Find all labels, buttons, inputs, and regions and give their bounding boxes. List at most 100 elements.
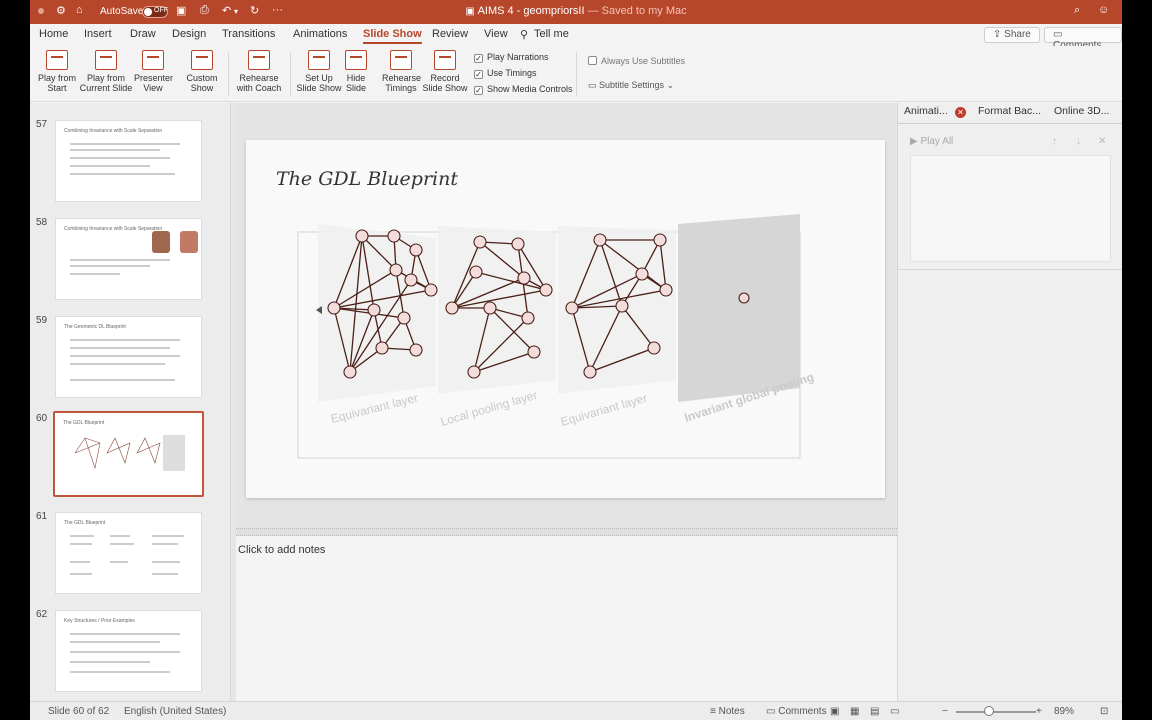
account-icon[interactable]: ☺ — [1098, 4, 1109, 16]
record-show-label-1: Record — [430, 73, 460, 83]
play-narrations-checkbox[interactable]: ✓ Play Narrations — [474, 52, 549, 63]
notes-splitter[interactable] — [236, 528, 897, 536]
zoom-in-icon[interactable]: + — [1036, 706, 1042, 717]
text-line — [152, 561, 180, 563]
play-from-start-icon — [46, 50, 68, 70]
rehearse-timings-icon — [390, 50, 412, 70]
close-icon[interactable]: ✕ — [955, 107, 966, 118]
text-line — [152, 573, 178, 575]
tab-animations-pane[interactable]: Animati... — [904, 105, 948, 117]
rehearse-coach-label-1: Rehearse — [239, 73, 279, 83]
thumbnail-title: The GDL Blueprint — [64, 520, 106, 526]
text-line — [70, 651, 180, 653]
remove-icon[interactable]: ✕ — [1098, 136, 1106, 147]
gdl-blueprint-figure[interactable]: Equivariant layer Local pooling layer Eq… — [246, 140, 885, 498]
text-line — [70, 157, 170, 159]
rehearse-timings-button[interactable]: Rehearse Timings — [382, 50, 421, 93]
show-media-controls-checkbox[interactable]: ✓ Show Media Controls — [474, 84, 573, 95]
animation-list[interactable] — [910, 155, 1111, 262]
title-bar: ⚙ ⌂ AutoSave OFF ▣ ⎙ ↶ ▾ ↻ ··· ▣ AIMS 4 … — [30, 0, 1122, 24]
tab-transitions[interactable]: Transitions — [222, 28, 275, 40]
slide-thumbnail-57[interactable]: Combining Invariance with Scale Separati… — [55, 120, 202, 202]
current-slide[interactable]: The GDL Blueprint Equivariant layer Loca… — [246, 140, 885, 498]
language-indicator[interactable]: English (United States) — [124, 706, 226, 717]
notes-placeholder[interactable]: Click to add notes — [238, 544, 325, 556]
slideshow-view-icon[interactable]: ▭ — [890, 706, 899, 717]
setup-slide-show-button[interactable]: Set Up Slide Show — [296, 50, 342, 93]
ribbon-separator — [228, 52, 229, 96]
notes-pane[interactable]: Click to add notes — [236, 536, 897, 701]
fit-to-window-icon[interactable]: ⊡ — [1100, 706, 1108, 717]
text-line — [70, 355, 180, 357]
play-all-button[interactable]: ▶ Play All — [910, 136, 953, 147]
tell-me-search[interactable]: Tell me — [534, 28, 569, 40]
tab-slide-show[interactable]: Slide Show — [363, 28, 422, 44]
play-from-current-label-2: Current Slide — [79, 83, 133, 93]
search-icon[interactable]: ⌕ — [1074, 4, 1080, 17]
use-timings-checkbox[interactable]: ✓ Use Timings — [474, 68, 537, 79]
thumbnail-graph-preview — [74, 435, 185, 471]
slide-editing-canvas[interactable]: The GDL Blueprint Equivariant layer Loca… — [236, 103, 897, 528]
text-line — [70, 641, 160, 643]
ribbon: Play from Start Play from Current Slide … — [30, 46, 1122, 102]
comments-toggle[interactable]: ▭ Comments — [766, 706, 827, 717]
tab-format-background[interactable]: Format Bac... — [978, 105, 1041, 117]
tab-animations[interactable]: Animations — [293, 28, 347, 40]
reading-view-icon[interactable]: ▤ — [870, 706, 879, 717]
tab-online-3d[interactable]: Online 3D... — [1054, 105, 1109, 117]
check-icon: ✓ — [474, 70, 483, 79]
text-line — [70, 273, 120, 275]
tab-divider — [898, 123, 1122, 124]
text-line — [70, 347, 170, 349]
text-line — [70, 259, 170, 261]
tab-review[interactable]: Review — [432, 28, 468, 40]
play-from-current-button[interactable]: Play from Current Slide — [78, 50, 134, 93]
zoom-level[interactable]: 89% — [1054, 706, 1074, 717]
text-line — [152, 543, 178, 545]
slide-sorter-icon[interactable]: ▦ — [850, 706, 859, 717]
text-line — [70, 143, 180, 145]
presenter-view-button[interactable]: Presenter View — [134, 50, 173, 93]
normal-view-icon[interactable]: ▣ — [830, 706, 839, 717]
comment-icon: ▭ — [1053, 29, 1063, 40]
tab-design[interactable]: Design — [172, 28, 206, 40]
slide-thumbnails-pane[interactable]: 57 Combining Invariance with Scale Separ… — [30, 103, 230, 701]
play-from-start-button[interactable]: Play from Start — [38, 50, 76, 93]
play-from-start-label-2: Start — [47, 83, 67, 93]
thumbnail-title: The Geometric DL Blueprint — [64, 324, 126, 330]
tab-view[interactable]: View — [484, 28, 508, 40]
zoom-slider[interactable] — [956, 711, 1036, 713]
subtitle-settings-button[interactable]: ▭ Subtitle Settings ⌄ — [588, 80, 674, 91]
custom-show-button[interactable]: Custom Show — [184, 50, 220, 93]
move-down-icon[interactable]: ↓ — [1076, 136, 1081, 147]
ribbon-tabs: Home Insert Draw Design Transitions Anim… — [30, 24, 1122, 51]
comments-button[interactable]: ▭ Comments — [1044, 27, 1122, 51]
record-slide-show-button[interactable]: Record Slide Show — [422, 50, 468, 93]
tab-home[interactable]: Home — [39, 28, 68, 40]
show-media-controls-label: Show Media Controls — [487, 84, 573, 94]
slide-thumbnail-60[interactable]: The GDL Blueprint — [53, 411, 204, 497]
always-use-subtitles-checkbox[interactable]: Always Use Subtitles — [588, 56, 685, 66]
slide-thumbnail-62[interactable]: Key Structures / Prior Examples — [55, 610, 202, 692]
slide-thumbnail-61[interactable]: The GDL Blueprint — [55, 512, 202, 594]
pane-divider — [898, 269, 1122, 270]
share-button[interactable]: ⇪ Share — [984, 27, 1040, 43]
thumbnail-number: 60 — [36, 413, 48, 424]
ppt-app-icon: ▣ — [465, 6, 478, 17]
hide-slide-button[interactable]: Hide Slide — [342, 50, 370, 93]
custom-show-icon — [191, 50, 213, 70]
zoom-slider-knob[interactable] — [984, 706, 994, 716]
tab-draw[interactable]: Draw — [130, 28, 156, 40]
move-up-icon[interactable]: ↑ — [1052, 136, 1057, 147]
tab-insert[interactable]: Insert — [84, 28, 112, 40]
label-equivariant-layer-2: Equivariant layer — [559, 391, 649, 429]
slide-thumbnail-58[interactable]: Combining Invariance with Scale Separati… — [55, 218, 202, 300]
thumbnail-title: Combining Invariance with Scale Separati… — [64, 226, 163, 232]
text-line — [70, 265, 150, 267]
lightbulb-icon: ⚲ — [520, 29, 529, 41]
zoom-out-icon[interactable]: − — [942, 706, 948, 717]
play-icon: ▶ — [910, 136, 921, 147]
notes-toggle[interactable]: ≡ Notes — [710, 706, 745, 717]
rehearse-with-coach-button[interactable]: Rehearse with Coach — [234, 50, 284, 93]
slide-thumbnail-59[interactable]: The Geometric DL Blueprint — [55, 316, 202, 398]
